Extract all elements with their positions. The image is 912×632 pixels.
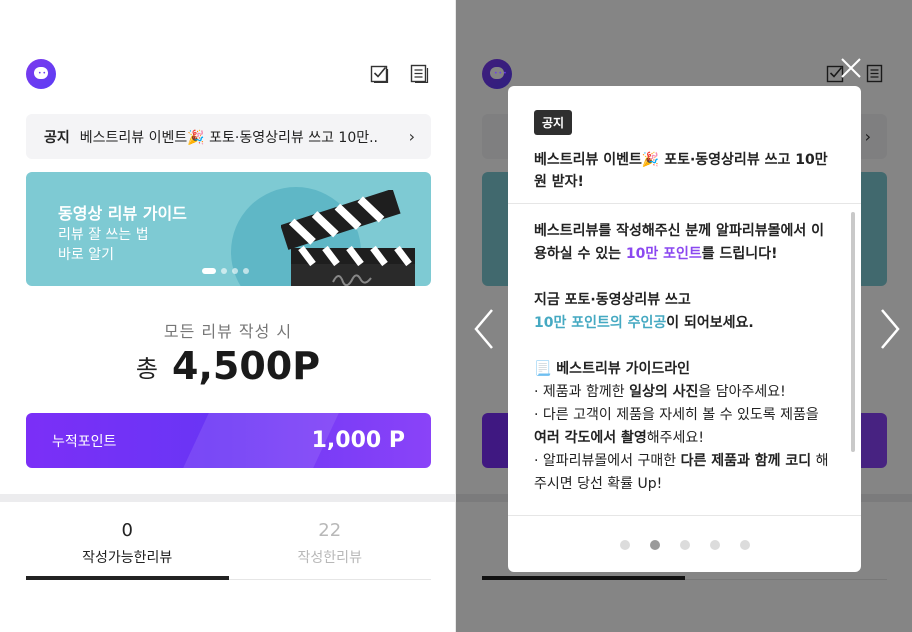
tab-written-reviews[interactable]: 22 작성한리뷰 bbox=[229, 510, 432, 579]
arrow-right-icon[interactable] bbox=[878, 308, 902, 350]
arrow-left-icon[interactable] bbox=[472, 308, 496, 350]
document-list-icon[interactable] bbox=[410, 63, 430, 84]
guide-title: 📃 베스트리뷰 가이드라인 bbox=[534, 361, 690, 377]
accumulated-label: 누적포인트 bbox=[52, 433, 117, 450]
tab-writable-reviews[interactable]: 0 작성가능한리뷰 bbox=[26, 510, 229, 580]
review-tabs: 0 작성가능한리뷰 22 작성한리뷰 bbox=[26, 510, 431, 580]
page-dot[interactable] bbox=[709, 540, 720, 550]
total-prefix: 총 bbox=[135, 354, 159, 383]
modal-paragraph: 지금 포토·동영상리뷰 쓰고 10만 포인트의 주인공이 되어보세요. bbox=[534, 292, 754, 331]
tab-label: 작성한리뷰 bbox=[297, 550, 362, 566]
page-dot[interactable] bbox=[619, 540, 630, 550]
modal-scrollbar[interactable] bbox=[851, 212, 855, 452]
modal-pagination bbox=[508, 540, 861, 550]
highlight-text: 10만 포인트 bbox=[625, 246, 702, 262]
section-divider bbox=[0, 494, 456, 502]
review-check-icon[interactable] bbox=[370, 63, 390, 84]
highlight-text: 10만 포인트의 주인공 bbox=[534, 315, 667, 331]
banner-subtitle: 바로 알기 bbox=[58, 247, 114, 263]
app-logo-icon[interactable]: ••• bbox=[26, 59, 56, 89]
banner-title: 동영상 리뷰 가이드 bbox=[58, 204, 187, 223]
points-caption: 모든 리뷰 작성 시 bbox=[163, 322, 293, 341]
notice-bar[interactable]: 공지 베스트리뷰 이벤트🎉 포토·동영상리뷰 쓰고 10만.. › bbox=[26, 114, 431, 159]
page-dot[interactable] bbox=[739, 540, 750, 550]
guide-item: · 제품과 함께한 일상의 사진을 담아주세요! bbox=[534, 384, 786, 400]
banner-subtitle: 리뷰 잘 쓰는 법 bbox=[58, 227, 149, 243]
guide-item: · 다른 고객이 제품을 자세히 볼 수 있도록 제품을 여러 각도에서 촬영해… bbox=[534, 407, 819, 446]
total-points: 총 4,500P bbox=[0, 344, 456, 388]
modal-paragraph: 베스트리뷰를 작성해주신 분께 알파리뷰몰에서 이용하실 수 있는 10만 포인… bbox=[534, 223, 824, 262]
page-dot[interactable] bbox=[679, 540, 690, 550]
notice-tag: 공지 bbox=[44, 129, 70, 146]
chevron-right-icon: › bbox=[408, 127, 415, 146]
page-dot[interactable] bbox=[649, 540, 660, 550]
notice-modal: 공지 베스트리뷰 이벤트🎉 포토·동영상리뷰 쓰고 10만원 받자! 베스트리뷰… bbox=[508, 86, 861, 572]
total-amount: 4,500P bbox=[172, 344, 321, 388]
tab-count: 22 bbox=[318, 520, 342, 541]
tab-label: 작성가능한리뷰 bbox=[82, 550, 173, 566]
notice-text: 베스트리뷰 이벤트🎉 포토·동영상리뷰 쓰고 10만.. bbox=[79, 129, 379, 146]
tab-count: 0 bbox=[121, 520, 133, 541]
banner-pagination bbox=[202, 268, 249, 274]
close-icon[interactable] bbox=[839, 56, 863, 80]
review-guide-banner[interactable]: 동영상 리뷰 가이드 리뷰 잘 쓰는 법 바로 알기 bbox=[26, 172, 431, 286]
clapperboard-icon bbox=[281, 190, 415, 286]
guide-item: · 알파리뷰몰에서 구매한 다른 제품과 함께 코디 해주시면 당선 확률 Up… bbox=[534, 453, 829, 492]
review-screen: ••• 공지 베스트리뷰 이벤트🎉 포토·동영상리뷰 쓰고 10만.. › 동영… bbox=[0, 0, 456, 632]
modal-header: 공지 베스트리뷰 이벤트🎉 포토·동영상리뷰 쓰고 10만원 받자! bbox=[508, 86, 861, 204]
accumulated-value: 1,000 P bbox=[311, 428, 405, 453]
accumulated-points-card[interactable]: 누적포인트 1,000 P bbox=[26, 413, 431, 468]
modal-body[interactable]: 베스트리뷰를 작성해주신 분께 알파리뷰몰에서 이용하실 수 있는 10만 포인… bbox=[508, 204, 861, 516]
modal-tag: 공지 bbox=[534, 110, 573, 135]
modal-title: 베스트리뷰 이벤트🎉 포토·동영상리뷰 쓰고 10만원 받자! bbox=[534, 152, 828, 190]
